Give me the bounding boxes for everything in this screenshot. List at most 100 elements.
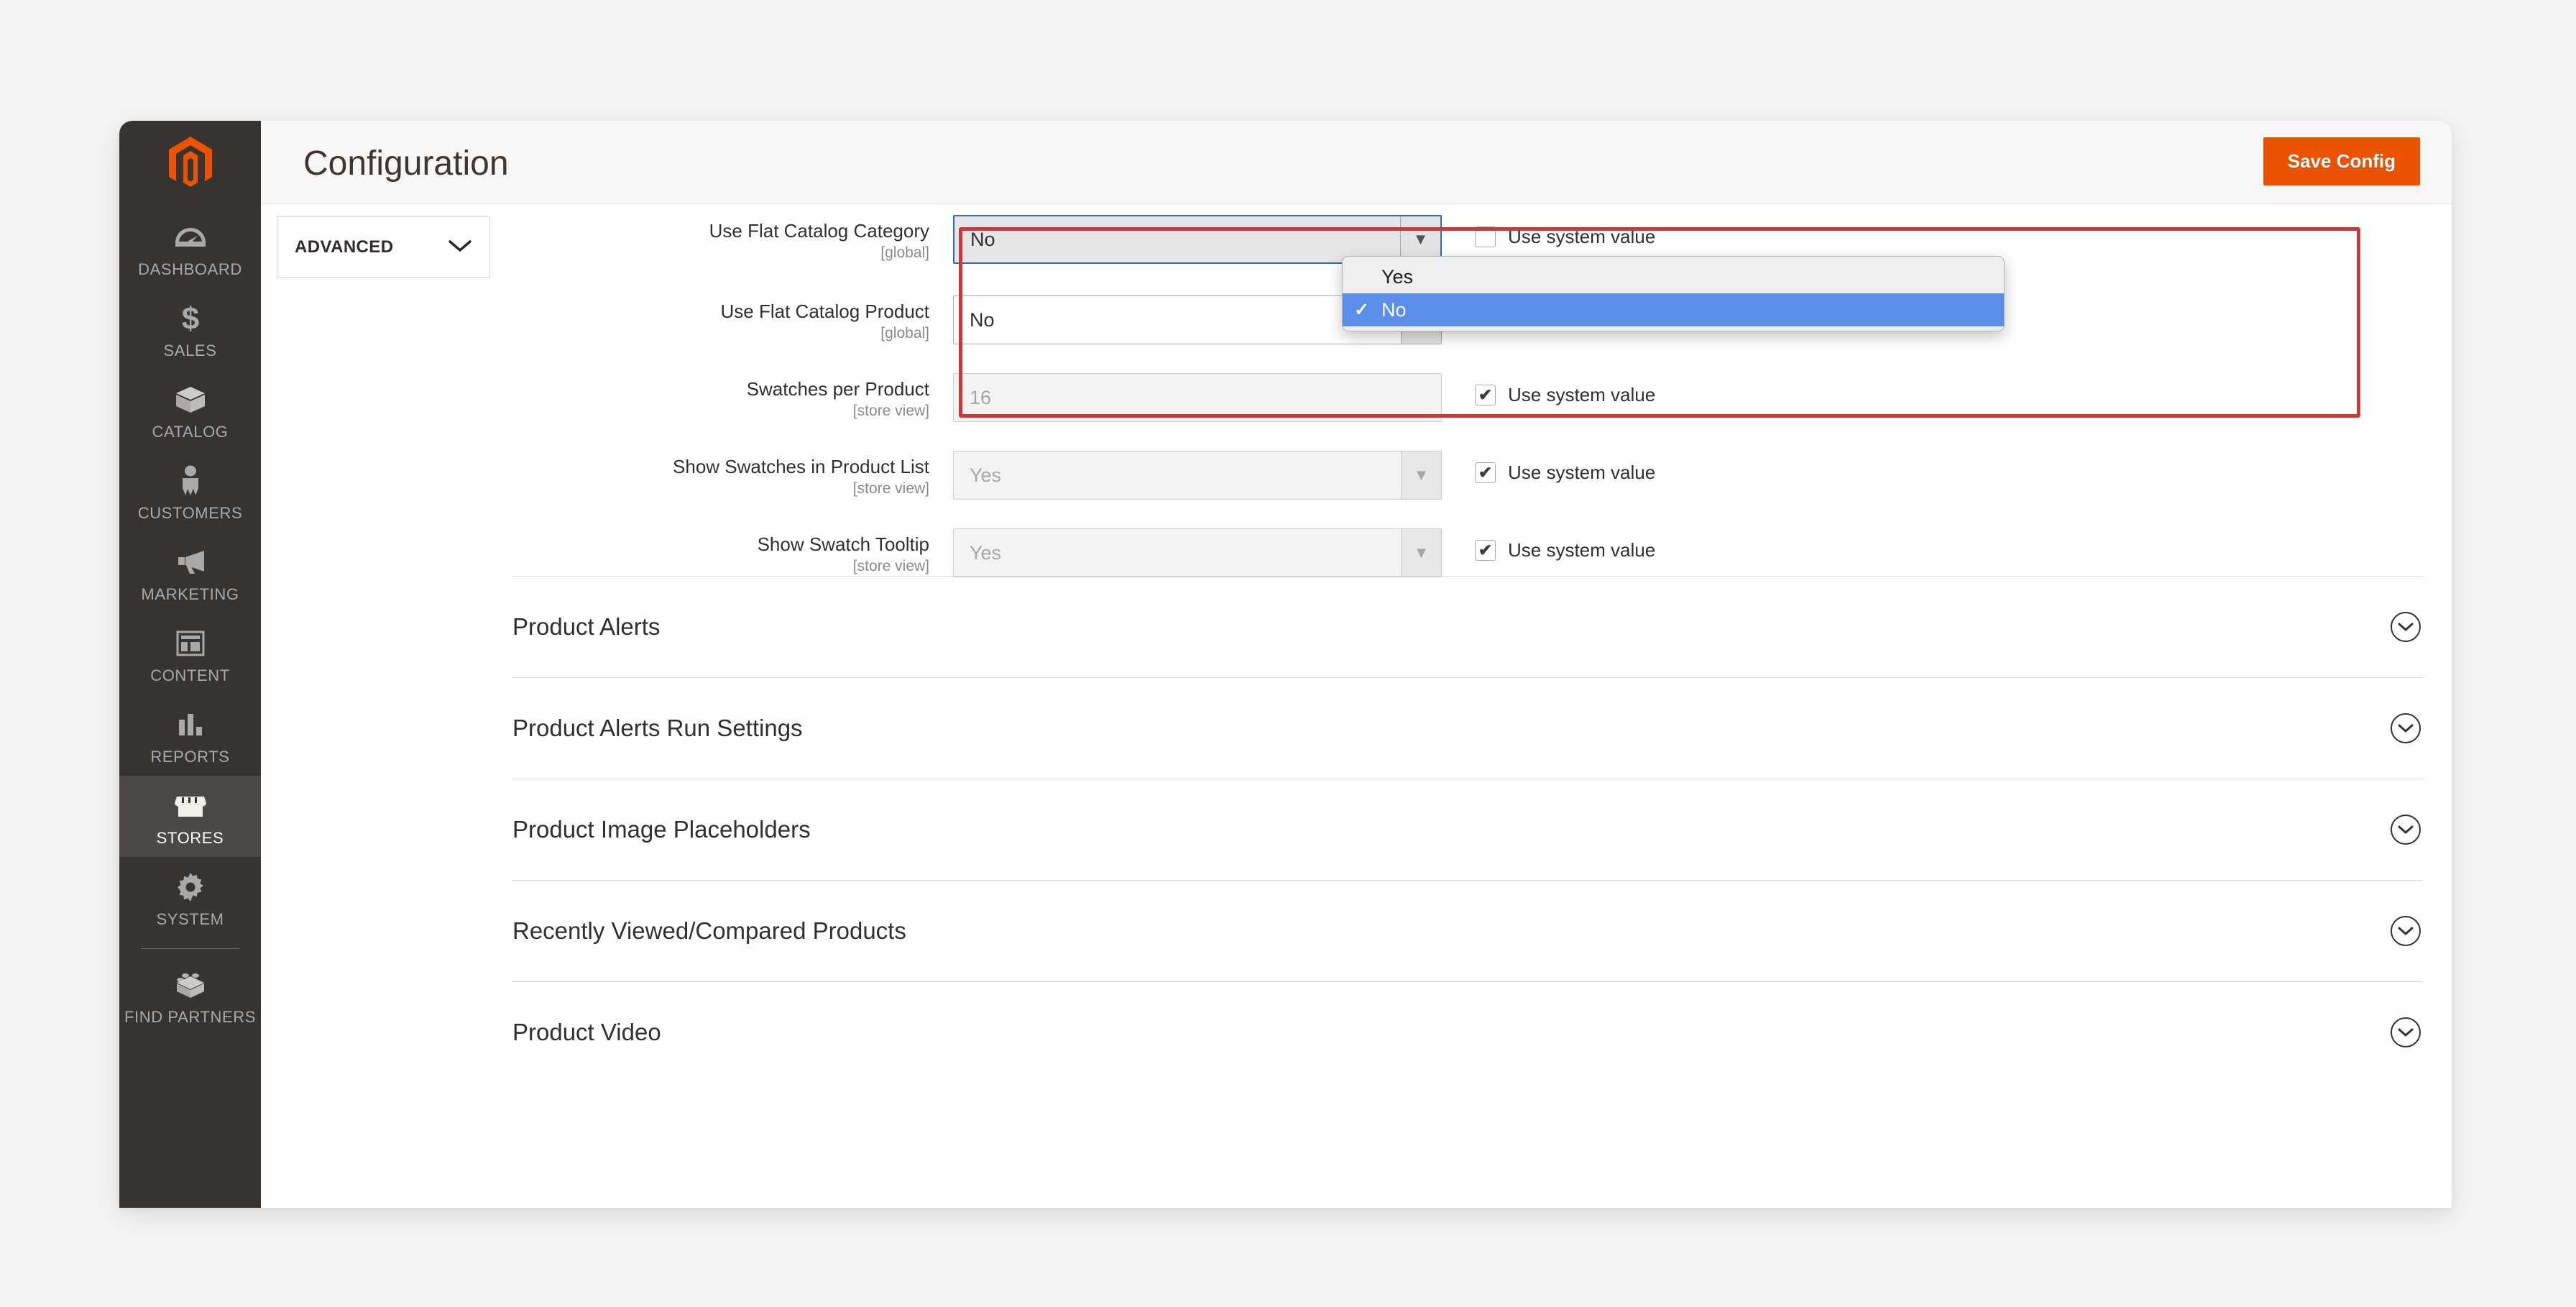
config-section-switcher[interactable]: ADVANCED [277, 216, 490, 278]
dollar-icon: $ [180, 301, 201, 336]
sidebar-item-reports[interactable]: REPORTS [119, 694, 261, 776]
checkmark-icon: ✔ [1478, 385, 1493, 404]
section-title: Product Image Placeholders [512, 816, 811, 843]
sidebar-item-label: REPORTS [150, 748, 230, 766]
sidebar-item-dashboard[interactable]: DASHBOARD [119, 207, 261, 288]
use-system-value-group: ✔ Use system value [1475, 518, 1655, 561]
sidebar-item-label: MARKETING [141, 585, 239, 603]
checkmark-icon: ✔ [1478, 463, 1493, 482]
store-icon [174, 788, 207, 824]
section-header-product-image-placeholders[interactable]: Product Image Placeholders [512, 779, 2423, 880]
box-icon [175, 382, 206, 418]
sidebar-item-label: CATALOG [152, 423, 229, 441]
chevron-down-circle-icon[interactable] [2391, 612, 2421, 642]
admin-window: DASHBOARD $ SALES CATALOG CUSTOMERS MARK… [119, 121, 2452, 1208]
use-system-value-label: Use system value [1508, 539, 1656, 561]
field-scope: [global] [880, 325, 929, 342]
section-title: Product Video [512, 1019, 661, 1045]
use-system-value-group: ✔ Use system value [1475, 363, 1655, 406]
lego-brick-icon [174, 967, 207, 1003]
field-row: Show Swatches in Product List [store vie… [512, 441, 2423, 518]
chevron-down-circle-icon[interactable] [2391, 713, 2421, 743]
use-system-value-checkbox[interactable]: ✔ [1475, 385, 1496, 405]
person-icon [180, 463, 201, 499]
sidebar-item-stores[interactable]: STORES [119, 776, 261, 857]
dropdown-option-label: Yes [1381, 265, 1414, 288]
field-title: Show Swatch Tooltip [757, 533, 929, 555]
field-row: Swatches per Product [store view] 16 ✔ U… [512, 363, 2423, 441]
field-scope: [global] [880, 244, 929, 262]
field-scope: [store view] [852, 480, 929, 497]
sidebar-item-label: DASHBOARD [138, 260, 242, 278]
dropdown-option-no[interactable]: ✓ No [1343, 293, 2004, 326]
use-system-value-group: ✔ Use system value [1475, 441, 1655, 484]
section-header-recently-viewed-compared-products[interactable]: Recently Viewed/Compared Products [512, 880, 2423, 981]
use-system-value-label: Use system value [1508, 384, 1656, 405]
field-label: Swatches per Product [store view] [512, 363, 953, 420]
save-config-button[interactable]: Save Config [2263, 137, 2420, 185]
field-label: Show Swatches in Product List [store vie… [512, 441, 953, 497]
show-swatch-tooltip-select[interactable]: Yes ▼ [953, 528, 1442, 577]
svg-text:$: $ [181, 302, 198, 335]
gear-icon [176, 869, 205, 905]
dashboard-icon [175, 219, 206, 255]
dropdown-option-yes[interactable]: ✓ Yes [1343, 260, 2004, 293]
sidebar-item-label: SYSTEM [156, 910, 224, 928]
section-header-product-alerts-run-settings[interactable]: Product Alerts Run Settings [512, 677, 2423, 779]
chevron-down-circle-icon[interactable] [2391, 815, 2421, 845]
admin-sidebar: DASHBOARD $ SALES CATALOG CUSTOMERS MARK… [119, 121, 261, 1208]
use-system-value-checkbox[interactable]: ✔ [1475, 226, 1496, 247]
sidebar-item-label: CUSTOMERS [137, 504, 243, 522]
config-section-switcher-label: ADVANCED [295, 237, 394, 257]
use-system-value-checkbox[interactable]: ✔ [1475, 540, 1496, 561]
sidebar-item-sales[interactable]: $ SALES [119, 288, 261, 370]
megaphone-icon [174, 544, 207, 580]
sidebar-item-catalog[interactable]: CATALOG [119, 370, 261, 451]
field-scope: [store view] [852, 558, 929, 575]
page-title: Configuration [303, 145, 509, 183]
show-swatches-in-product-list-select[interactable]: Yes ▼ [953, 451, 1442, 500]
layout-icon [176, 625, 205, 661]
sidebar-item-customers[interactable]: CUSTOMERS [119, 451, 261, 532]
use-system-value-label: Use system value [1508, 226, 1656, 247]
collapsible-sections: Product Alerts Product Alerts Run Settin… [512, 576, 2423, 1083]
sidebar-item-find-partners[interactable]: FIND PARTNERS [119, 955, 261, 1036]
use-system-value-checkbox[interactable]: ✔ [1475, 462, 1496, 483]
chevron-down-circle-icon[interactable] [2391, 916, 2421, 946]
sidebar-item-content[interactable]: CONTENT [119, 613, 261, 694]
sidebar-item-label: STORES [156, 829, 224, 847]
bar-chart-icon [176, 707, 205, 743]
chevron-down-icon: ▼ [1401, 451, 1441, 499]
sidebar-item-label: FIND PARTNERS [124, 1008, 256, 1026]
section-title: Product Alerts [512, 613, 661, 640]
magento-logo-icon[interactable] [119, 121, 261, 207]
field-title: Use Flat Catalog Category [709, 220, 929, 242]
sidebar-divider [141, 948, 239, 949]
page-header: Configuration Save Config [261, 121, 2452, 204]
section-header-product-video[interactable]: Product Video [512, 981, 2423, 1083]
sidebar-item-marketing[interactable]: MARKETING [119, 532, 261, 613]
sidebar-item-label: SALES [163, 341, 217, 359]
page-body: ADVANCED Use Flat Catalog Category [glob… [261, 205, 2452, 1208]
use-system-value-group: ✔ Use system value [1475, 205, 1655, 248]
field-control: Yes ▼ [953, 441, 1442, 500]
use-system-value-label: Use system value [1508, 462, 1656, 483]
chevron-down-circle-icon[interactable] [2391, 1017, 2421, 1047]
select-value: No [970, 308, 995, 331]
section-header-product-alerts[interactable]: Product Alerts [512, 576, 2423, 677]
select-value: Yes [970, 464, 1002, 486]
select-value: No [970, 228, 995, 250]
field-title: Use Flat Catalog Product [720, 301, 929, 322]
dropdown-option-label: No [1381, 298, 1407, 321]
chevron-down-icon [448, 239, 472, 257]
input-value: 16 [970, 386, 992, 408]
swatches-per-product-input[interactable]: 16 [953, 373, 1442, 422]
section-title: Product Alerts Run Settings [512, 715, 803, 741]
field-label: Use Flat Catalog Product [global] [512, 285, 953, 342]
section-title: Recently Viewed/Compared Products [512, 917, 906, 944]
select-dropdown-popup[interactable]: ✓ Yes ✓ No [1342, 256, 2005, 331]
select-value: Yes [970, 541, 1002, 564]
chevron-down-icon: ▼ [1401, 529, 1441, 577]
field-control: 16 [953, 363, 1442, 422]
sidebar-item-system[interactable]: SYSTEM [119, 857, 261, 938]
